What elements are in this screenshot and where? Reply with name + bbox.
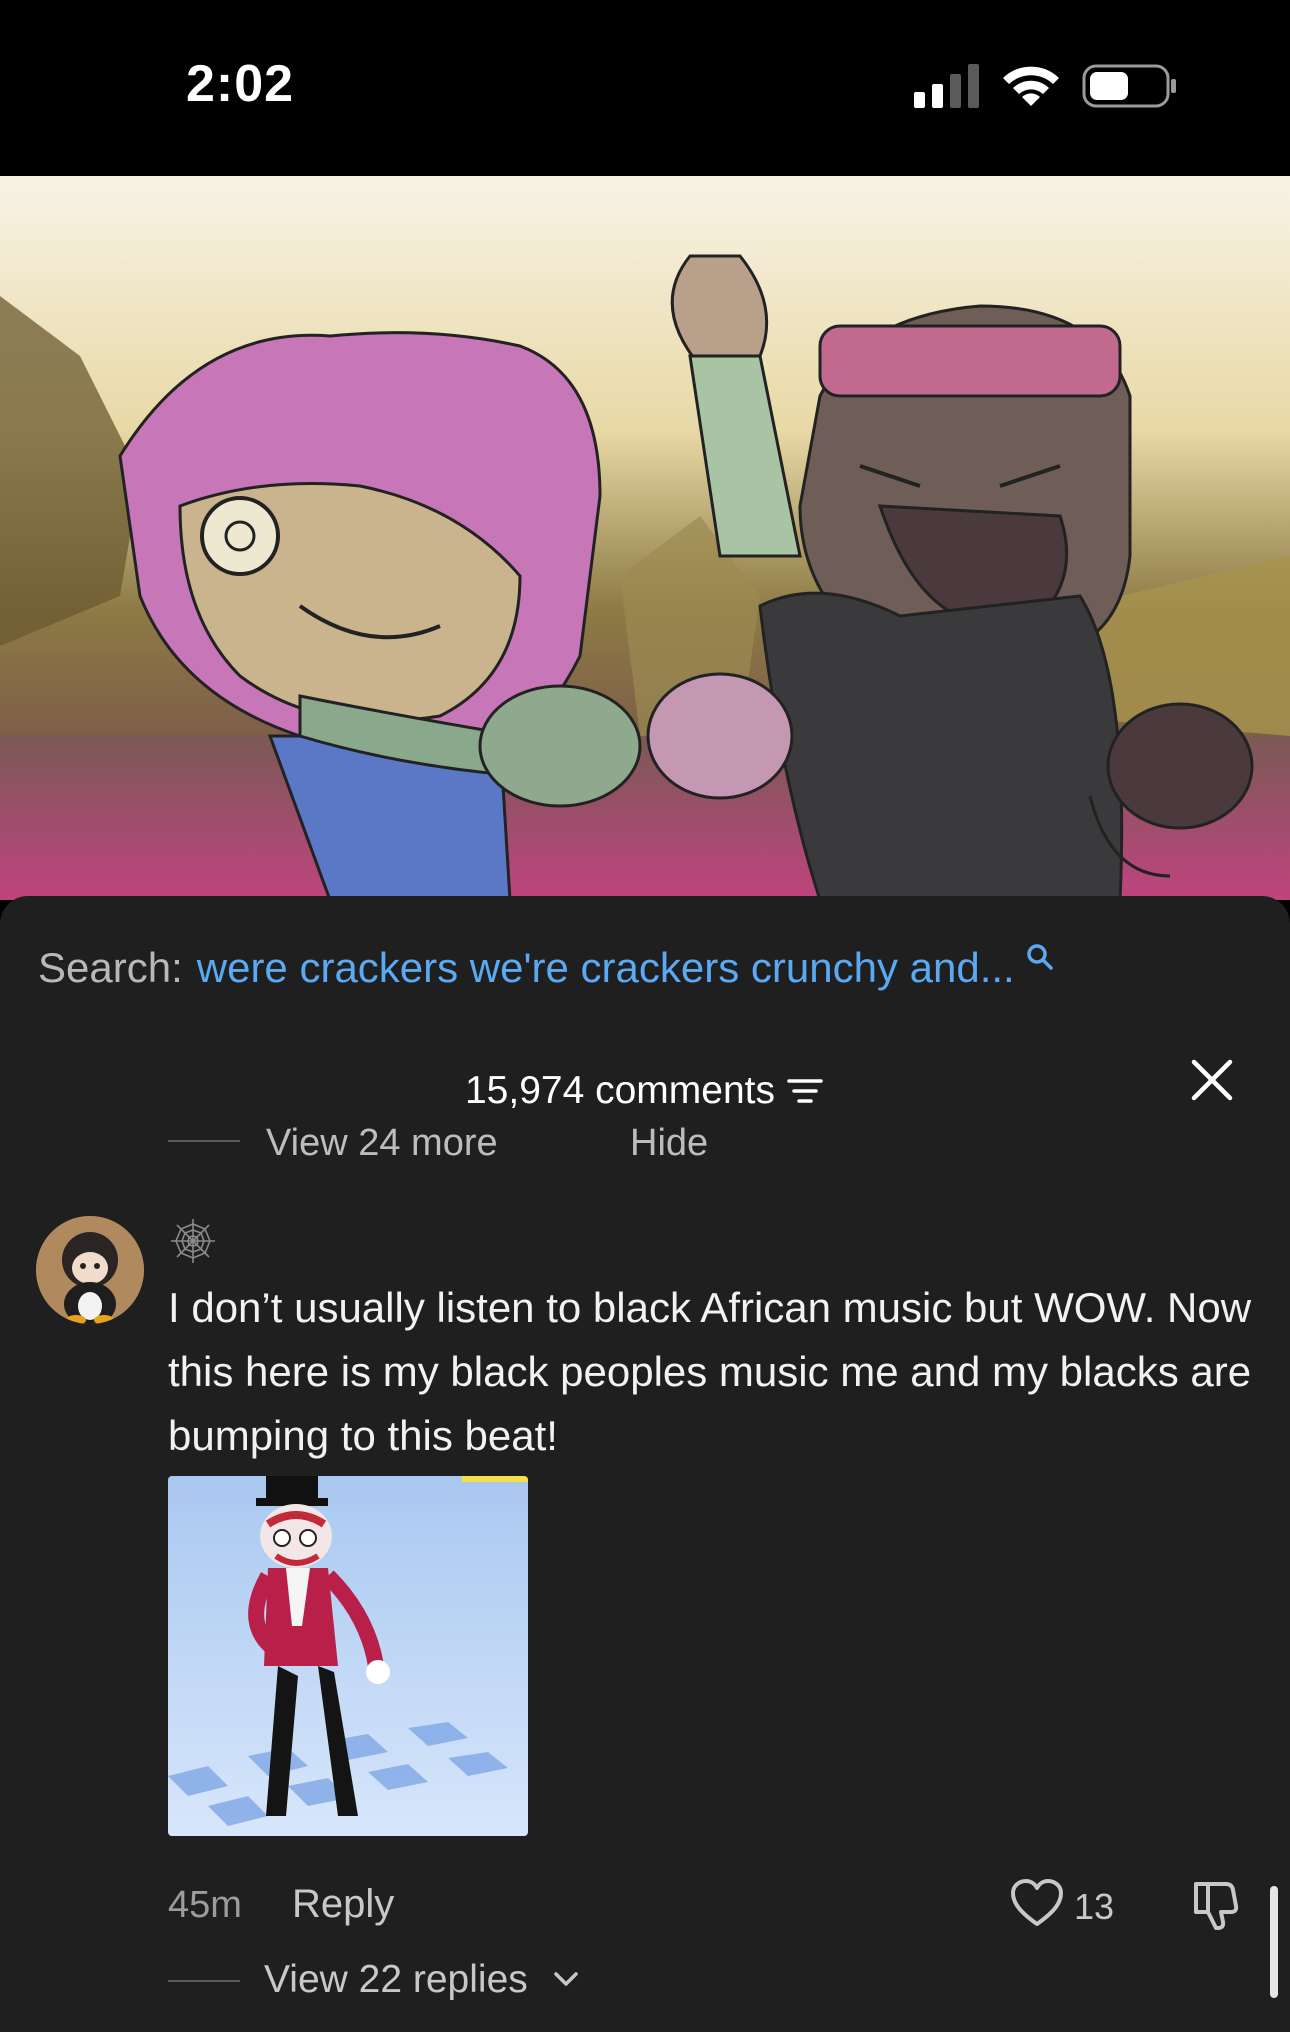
status-time: 2:02: [186, 55, 295, 113]
thread-divider: [168, 1140, 240, 1142]
search-suggestion[interactable]: Search: were crackers we're crackers cru…: [38, 938, 1055, 998]
chevron-down-icon: [554, 1972, 578, 1986]
comment-text: I don’t usually listen to black African …: [168, 1284, 1252, 1459]
heart-icon[interactable]: [1010, 1878, 1064, 1928]
hide-replies-button[interactable]: Hide: [630, 1122, 708, 1162]
spiderweb-icon[interactable]: [168, 1216, 218, 1266]
cellular-signal-icon: [914, 64, 979, 108]
comments-count: 15,974 comments: [464, 1069, 775, 1112]
search-query-link[interactable]: were crackers we're crackers crunchy and…: [197, 944, 1015, 992]
search-icon[interactable]: [1025, 942, 1055, 972]
previous-thread-controls: View 24 more Hide: [168, 1122, 868, 1162]
close-icon[interactable]: [1190, 1058, 1234, 1102]
thread-divider: [168, 1980, 240, 1982]
video-frame-image: [0, 176, 1290, 900]
reply-button[interactable]: Reply: [292, 1882, 394, 1927]
status-bar: 2:02: [0, 0, 1290, 176]
scrollbar[interactable]: [1270, 1886, 1278, 1998]
comment-gif-image: [168, 1476, 528, 1836]
comment-actions: 45m Reply 13: [0, 1876, 1290, 1936]
avatar-image: [36, 1216, 144, 1324]
wifi-icon: [1003, 66, 1059, 106]
avatar[interactable]: [36, 1216, 144, 1324]
search-label: Search:: [38, 944, 183, 991]
view-more-replies-button[interactable]: View 24 more: [266, 1122, 498, 1162]
comment-timestamp: 45m: [168, 1884, 242, 1926]
comments-header: 15,974 comments: [0, 1056, 1290, 1126]
view-replies-button[interactable]: View 22 replies: [264, 1958, 528, 2002]
like-count: 13: [1074, 1886, 1115, 1927]
comment-gif[interactable]: [168, 1476, 528, 1836]
thumbs-down-icon[interactable]: [1190, 1878, 1244, 1932]
video-player[interactable]: [0, 176, 1290, 900]
filter-icon[interactable]: [785, 1075, 825, 1107]
comments-sheet: Search: were crackers we're crackers cru…: [0, 896, 1290, 2032]
battery-icon: [1082, 64, 1176, 108]
view-replies-row[interactable]: View 22 replies: [0, 1950, 1290, 2010]
